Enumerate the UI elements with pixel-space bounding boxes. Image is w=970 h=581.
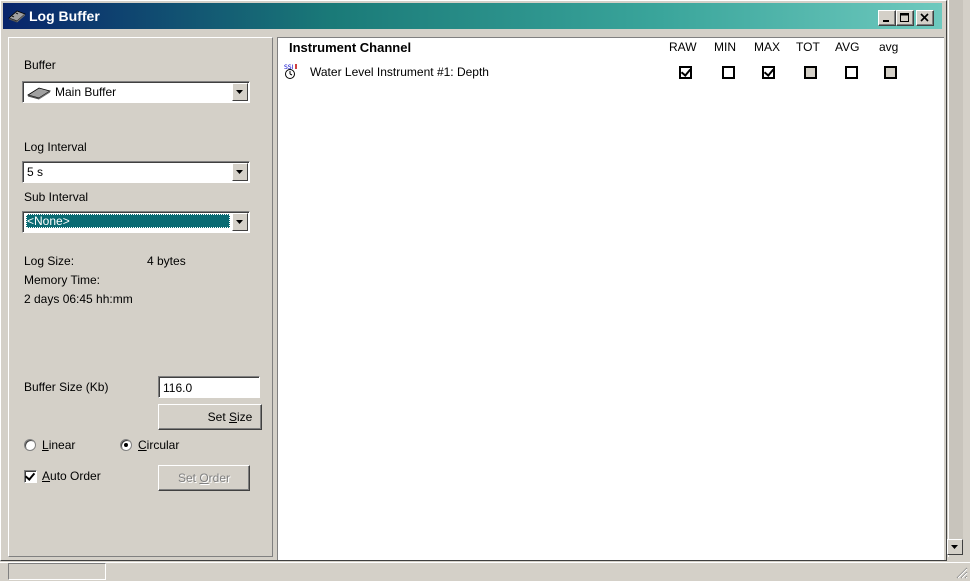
column-header-raw[interactable]: RAW — [669, 40, 697, 54]
buffer-label: Buffer — [24, 58, 56, 72]
close-button[interactable] — [916, 10, 934, 26]
memory-chip-icon — [27, 87, 51, 100]
instrument-sensor-icon: SSI — [284, 64, 297, 79]
set-order-label-suffix: rder — [208, 471, 231, 485]
buffer-select[interactable]: Main Buffer — [22, 81, 250, 103]
channel-name: Water Level Instrument #1: Depth — [310, 65, 489, 79]
sub-interval-select[interactable]: <None> — [22, 211, 250, 233]
memory-chip-icon — [8, 10, 26, 23]
set-size-label-prefix: Set — [207, 410, 229, 424]
set-size-label-suffix: ize — [237, 410, 253, 424]
buffer-size-value: 116.0 — [163, 381, 193, 395]
chevron-down-icon — [236, 219, 243, 224]
column-header-tot[interactable]: TOT — [796, 40, 820, 54]
log-interval-select[interactable]: 5 s — [22, 161, 250, 183]
minimize-button[interactable] — [878, 10, 896, 26]
log-interval-value: 5 s — [27, 165, 44, 179]
sub-interval-label: Sub Interval — [24, 190, 89, 204]
resize-grip-icon[interactable] — [954, 565, 968, 579]
minimize-icon — [883, 20, 889, 22]
auto-order-label[interactable]: Auto Order — [42, 469, 101, 483]
avg-checkbox[interactable] — [845, 66, 858, 79]
maximize-icon — [900, 13, 909, 22]
set-order-label-accel: O — [199, 471, 209, 485]
status-bar — [0, 562, 970, 581]
chevron-down-icon — [951, 544, 958, 549]
circular-radio[interactable] — [120, 439, 132, 451]
log-interval-label: Log Interval — [24, 140, 87, 154]
set-order-button[interactable]: Set Order — [158, 465, 250, 491]
circular-label[interactable]: Circular — [138, 438, 179, 452]
sub-interval-dropdown-button[interactable] — [232, 213, 248, 231]
linear-radio[interactable] — [24, 439, 36, 451]
log-interval-dropdown-button[interactable] — [232, 163, 248, 181]
linear-label[interactable]: Linear — [42, 438, 75, 452]
column-header-max[interactable]: MAX — [754, 40, 780, 54]
title-bar[interactable]: Log Buffer — [3, 3, 942, 29]
chevron-down-icon — [236, 169, 243, 174]
status-pane — [8, 563, 106, 580]
raw-checkbox[interactable] — [679, 66, 692, 79]
set-order-label-prefix: Set — [177, 471, 200, 485]
memory-time-label: Memory Time: — [24, 273, 101, 287]
buffer-size-label: Buffer Size (Kb) — [24, 380, 109, 394]
scroll-down-button[interactable] — [947, 539, 963, 555]
circular-label-accel: C — [138, 438, 147, 452]
log-size-label: Log Size: — [24, 254, 75, 268]
max-checkbox[interactable] — [762, 66, 775, 79]
sub-interval-value: <None> — [26, 214, 230, 228]
chevron-down-icon — [236, 89, 243, 94]
column-header-min[interactable]: MIN — [714, 40, 736, 54]
window-title: Log Buffer — [29, 8, 100, 24]
buffer-size-input[interactable]: 116.0 — [158, 376, 260, 398]
linear-label-accel: L — [42, 438, 49, 452]
auto-order-label-accel: A — [42, 469, 51, 483]
column-header-avg-lower[interactable]: avg — [879, 40, 898, 54]
set-size-button[interactable]: Set Size — [158, 404, 262, 430]
buffer-dropdown-button[interactable] — [232, 83, 248, 101]
tot-checkbox[interactable] — [804, 66, 817, 79]
auto-order-label-rest: uto Order — [50, 469, 101, 483]
memory-time-value: 2 days 06:45 hh:mm — [24, 292, 133, 306]
maximize-button[interactable] — [896, 10, 914, 26]
instrument-channel-header: Instrument Channel — [289, 40, 412, 55]
buffer-select-value: Main Buffer — [55, 85, 117, 99]
auto-order-checkbox[interactable] — [24, 470, 37, 483]
set-size-label-accel: S — [229, 410, 238, 424]
scrollbar-track[interactable] — [949, 0, 963, 539]
close-icon — [920, 13, 929, 22]
log-size-value: 4 bytes — [147, 254, 186, 268]
column-header-avg[interactable]: AVG — [835, 40, 859, 54]
min-checkbox[interactable] — [722, 66, 735, 79]
linear-label-rest: inear — [48, 438, 76, 452]
instrument-channel-list[interactable] — [277, 37, 944, 560]
avg-lower-checkbox[interactable] — [884, 66, 897, 79]
circular-label-rest: ircular — [146, 438, 180, 452]
